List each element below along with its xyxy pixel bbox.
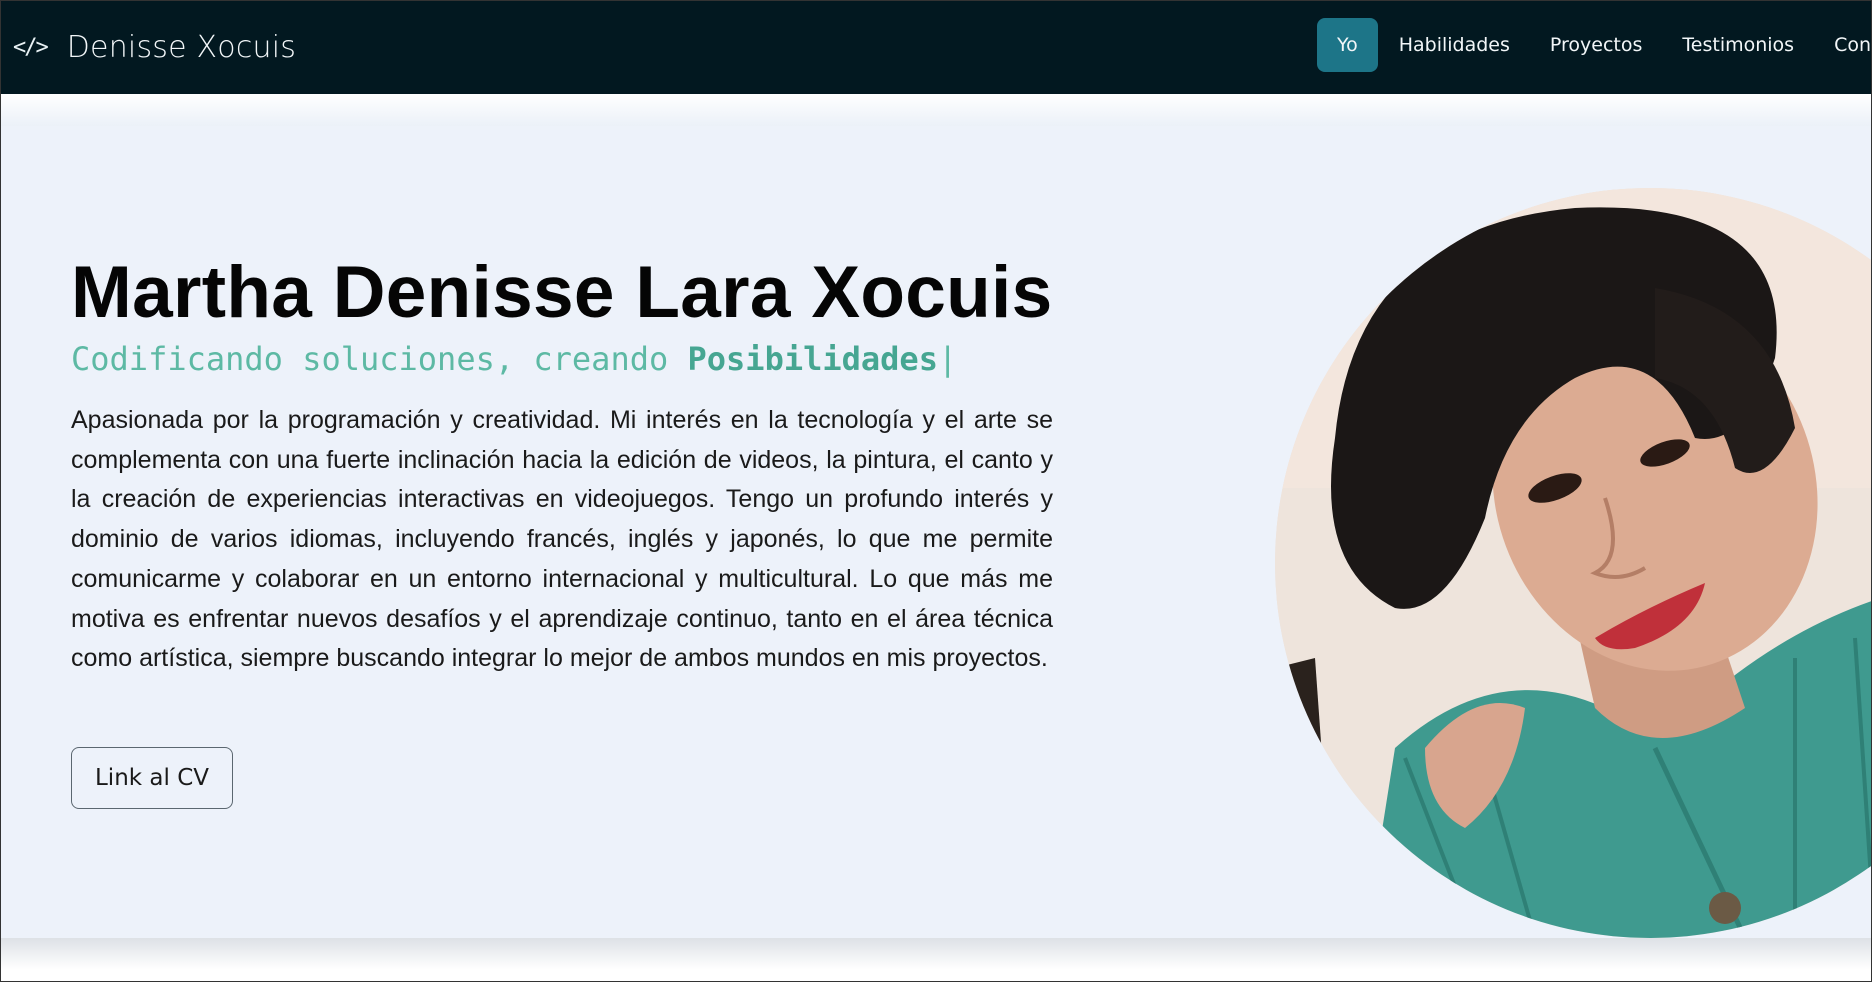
subtitle-prefix: Codificando soluciones, creando <box>71 340 688 378</box>
subtitle-accent: Posibilidades <box>687 340 938 378</box>
cv-link-button[interactable]: Link al CV <box>71 747 233 809</box>
brand-name: Denisse Xocuis <box>66 30 297 65</box>
nav-link-habilidades[interactable]: Habilidades <box>1379 18 1530 72</box>
navbar: </> Denisse Xocuis Yo Habilidades Proyec… <box>1 1 1871 94</box>
hero-subtitle: Codificando soluciones, creando Posibili… <box>71 340 957 378</box>
typing-cursor: | <box>937 340 958 378</box>
hero-description: Apasionada por la programación y creativ… <box>71 406 1053 673</box>
navbar-shadow <box>1 94 1871 128</box>
nav-link-contacto[interactable]: Contacto <box>1814 18 1871 72</box>
brand[interactable]: </> Denisse Xocuis <box>13 30 296 65</box>
hero-title: Martha Denisse Lara Xocuis <box>71 252 1053 333</box>
code-icon: </> <box>13 35 49 60</box>
nav-link-testimonios[interactable]: Testimonios <box>1662 18 1814 72</box>
section-divider <box>1 938 1871 981</box>
nav-links: Yo Habilidades Proyectos Testimonios Con… <box>1317 18 1871 72</box>
nav-link-proyectos[interactable]: Proyectos <box>1530 18 1663 72</box>
nav-link-yo[interactable]: Yo <box>1317 18 1378 72</box>
page: </> Denisse Xocuis Yo Habilidades Proyec… <box>0 0 1872 982</box>
